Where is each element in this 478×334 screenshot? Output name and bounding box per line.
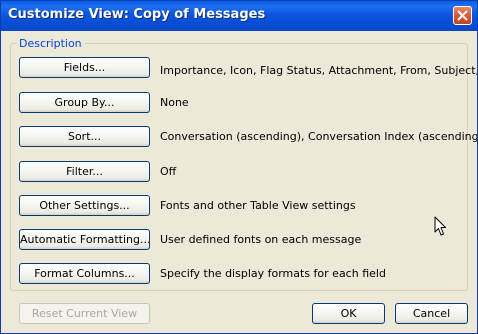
format-columns-description: Specify the display formats for each fie… <box>160 267 386 280</box>
group-label: Description <box>16 37 85 50</box>
close-button[interactable] <box>453 6 472 25</box>
format-columns-button[interactable]: Format Columns... <box>19 263 150 284</box>
group-by-button[interactable]: Group By... <box>19 92 150 113</box>
customize-view-dialog: Customize View: Copy of Messages Descrip… <box>0 0 478 334</box>
title-bar: Customize View: Copy of Messages <box>1 1 477 31</box>
other-settings-button[interactable]: Other Settings... <box>19 195 150 216</box>
dialog-title: Customize View: Copy of Messages <box>8 7 266 22</box>
mouse-pointer-icon <box>434 216 446 236</box>
fields-description: Importance, Icon, Flag Status, Attachmen… <box>160 64 478 77</box>
cancel-button[interactable]: Cancel <box>395 303 468 324</box>
sort-button[interactable]: Sort... <box>19 126 150 147</box>
reset-current-view-button[interactable]: Reset Current View <box>19 303 150 324</box>
group-by-description: None <box>160 96 189 109</box>
automatic-formatting-button[interactable]: Automatic Formatting... <box>19 229 150 250</box>
filter-button[interactable]: Filter... <box>19 161 150 182</box>
filter-description: Off <box>160 165 177 178</box>
sort-description: Conversation (ascending), Conversation I… <box>160 130 478 143</box>
close-icon <box>457 10 468 21</box>
ok-button[interactable]: OK <box>312 303 385 324</box>
other-settings-description: Fonts and other Table View settings <box>160 199 356 212</box>
fields-button[interactable]: Fields... <box>19 57 150 78</box>
automatic-formatting-description: User defined fonts on each message <box>160 233 362 246</box>
